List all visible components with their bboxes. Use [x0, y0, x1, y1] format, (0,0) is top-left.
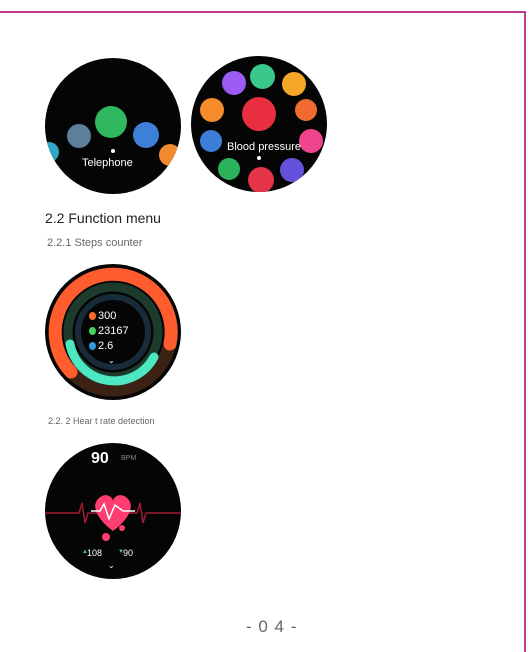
chevron-down-icon: ⌄	[108, 561, 115, 570]
steps-counter-heading: 2.2.1 Steps counter	[47, 237, 143, 249]
chevron-down-icon: ⌄	[108, 356, 115, 365]
section-title: 2.2 Function menu	[45, 210, 161, 226]
down-arrow-icon: ▼	[118, 549, 124, 555]
blood-pressure-label: Blood pressure	[227, 141, 301, 153]
sleep-icon	[280, 158, 304, 182]
exercise-icon	[282, 72, 306, 96]
heart-rate-watch: 90 BPM 108 90 ▲ ▼ ⌄	[45, 443, 181, 579]
bpm-unit: BPM	[121, 455, 137, 462]
watch-face-telephone: Telephone	[45, 58, 181, 194]
max-heart-rate: 108	[87, 548, 103, 558]
phone-icon	[95, 106, 127, 138]
phone-icon	[218, 158, 240, 180]
stats-icon	[250, 64, 275, 89]
location-icon	[89, 342, 96, 350]
telephone-label: Telephone	[82, 157, 133, 169]
heart-icon	[299, 129, 323, 153]
watch-face-blood-pressure: Blood pressure	[191, 56, 327, 192]
page-dot	[257, 156, 261, 160]
activity-icon	[295, 99, 317, 121]
distance-value: 2.6	[98, 340, 114, 352]
partial-icon-right	[159, 144, 181, 166]
page-dot	[111, 149, 115, 153]
contacts-icon	[133, 122, 159, 148]
partial-icon-left	[45, 142, 59, 162]
steps-counter-watch: 300 23167 2.6 ⌄	[45, 264, 181, 400]
voice-icon	[222, 71, 246, 95]
heart-rate-graphic	[45, 495, 181, 541]
blood-pressure-icon	[242, 97, 276, 131]
calories-value: 300	[98, 310, 117, 322]
heart-rate-heading: 2.2. 2 Hear t rate detection	[48, 416, 155, 426]
footsteps-icon	[89, 327, 96, 335]
min-heart-rate: 90	[123, 548, 134, 558]
contact-icon	[200, 130, 222, 152]
message-icon	[200, 98, 224, 122]
bpm-value: 90	[91, 450, 109, 467]
steps-value: 23167	[98, 325, 129, 337]
settings-icon	[67, 124, 91, 148]
page-number: - 0 4 -	[246, 617, 298, 636]
flame-icon	[89, 312, 96, 320]
temperature-icon	[248, 167, 274, 192]
up-arrow-icon: ▲	[82, 549, 88, 555]
